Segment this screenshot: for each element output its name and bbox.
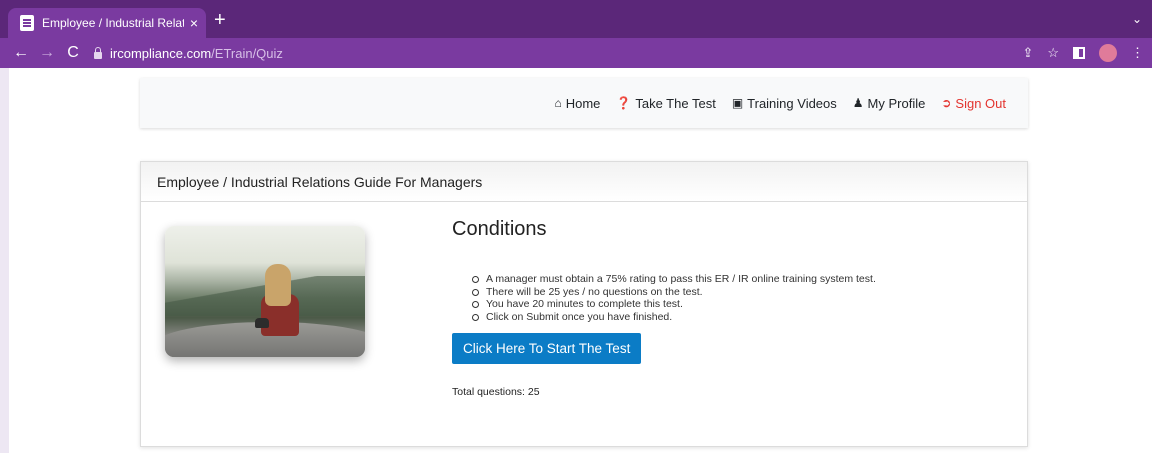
conditions-section: Conditions A manager must obtain a 75% r…: [452, 218, 1012, 398]
document-icon: [20, 15, 34, 31]
browser-menu-icon[interactable]: ⋮: [1131, 45, 1144, 61]
tab-close-icon[interactable]: ×: [190, 15, 198, 31]
conditions-list: A manager must obtain a 75% rating to pa…: [452, 273, 1012, 323]
conditions-title: Conditions: [452, 218, 547, 240]
nav-training-videos-label: Training Videos: [747, 95, 837, 111]
nav-sign-out[interactable]: ➲ Sign Out: [941, 96, 1006, 111]
quiz-card: Employee / Industrial Relations Guide Fo…: [140, 161, 1028, 447]
lock-icon: [94, 46, 102, 59]
hero-image: [165, 226, 365, 357]
profile-avatar-icon[interactable]: [1099, 44, 1117, 62]
new-tab-button[interactable]: +: [214, 10, 226, 30]
reload-button[interactable]: C: [60, 44, 86, 62]
site-navbar: ⌂ Home ❓ Take The Test ▣ Training Videos…: [140, 78, 1028, 128]
tab-title: Employee / Industrial Relations: [42, 16, 184, 30]
nav-my-profile[interactable]: ♟ My Profile: [853, 96, 926, 111]
condition-item: There will be 25 yes / no questions on t…: [472, 286, 1012, 299]
share-icon[interactable]: ⇪: [1022, 45, 1033, 61]
card-header: Employee / Industrial Relations Guide Fo…: [141, 162, 1027, 202]
home-icon: ⌂: [554, 96, 562, 110]
image-bag: [255, 318, 269, 328]
file-video-icon: ▣: [731, 96, 744, 110]
page-viewport: ⌂ Home ❓ Take The Test ▣ Training Videos…: [9, 68, 1152, 453]
bookmark-star-icon[interactable]: ☆: [1047, 45, 1059, 61]
nav-home[interactable]: ⌂ Home: [554, 96, 600, 111]
browser-tab-bar: Employee / Industrial Relations × + ⌄: [0, 0, 1152, 38]
browser-tab-active[interactable]: Employee / Industrial Relations ×: [8, 8, 206, 38]
window-edge: [0, 68, 9, 453]
image-person-hair: [265, 264, 291, 306]
browser-toolbar: ← → C ircompliance.com /ETrain/Quiz ⇪ ☆ …: [0, 38, 1152, 68]
nav-take-test-label: Take The Test: [635, 95, 716, 111]
address-bar[interactable]: ircompliance.com /ETrain/Quiz: [90, 42, 1090, 64]
url-path: /ETrain/Quiz: [211, 45, 283, 61]
question-circle-icon: ❓: [616, 96, 632, 110]
forward-button[interactable]: →: [34, 44, 60, 62]
nav-take-test[interactable]: ❓ Take The Test: [616, 96, 715, 111]
nav-home-label: Home: [565, 95, 601, 111]
nav-sign-out-label: Sign Out: [955, 95, 1006, 111]
nav-training-videos[interactable]: ▣ Training Videos: [732, 96, 837, 111]
user-icon: ♟: [852, 96, 864, 110]
total-questions: Total questions: 25: [452, 386, 540, 398]
tab-search-chevron-icon[interactable]: ⌄: [1132, 12, 1142, 26]
condition-item: Click on Submit once you have finished.: [472, 311, 1012, 324]
condition-item: A manager must obtain a 75% rating to pa…: [472, 273, 1012, 286]
nav-my-profile-label: My Profile: [867, 95, 926, 111]
start-test-button[interactable]: Click Here To Start The Test: [452, 333, 642, 364]
url-domain: ircompliance.com: [110, 45, 212, 61]
back-button[interactable]: ←: [8, 44, 34, 62]
toolbar-actions: ⇪ ☆ ⋮: [1022, 44, 1144, 62]
sign-out-icon: ➲: [941, 96, 952, 110]
condition-item: You have 20 minutes to complete this tes…: [472, 298, 1012, 311]
side-panel-icon[interactable]: [1073, 47, 1085, 59]
